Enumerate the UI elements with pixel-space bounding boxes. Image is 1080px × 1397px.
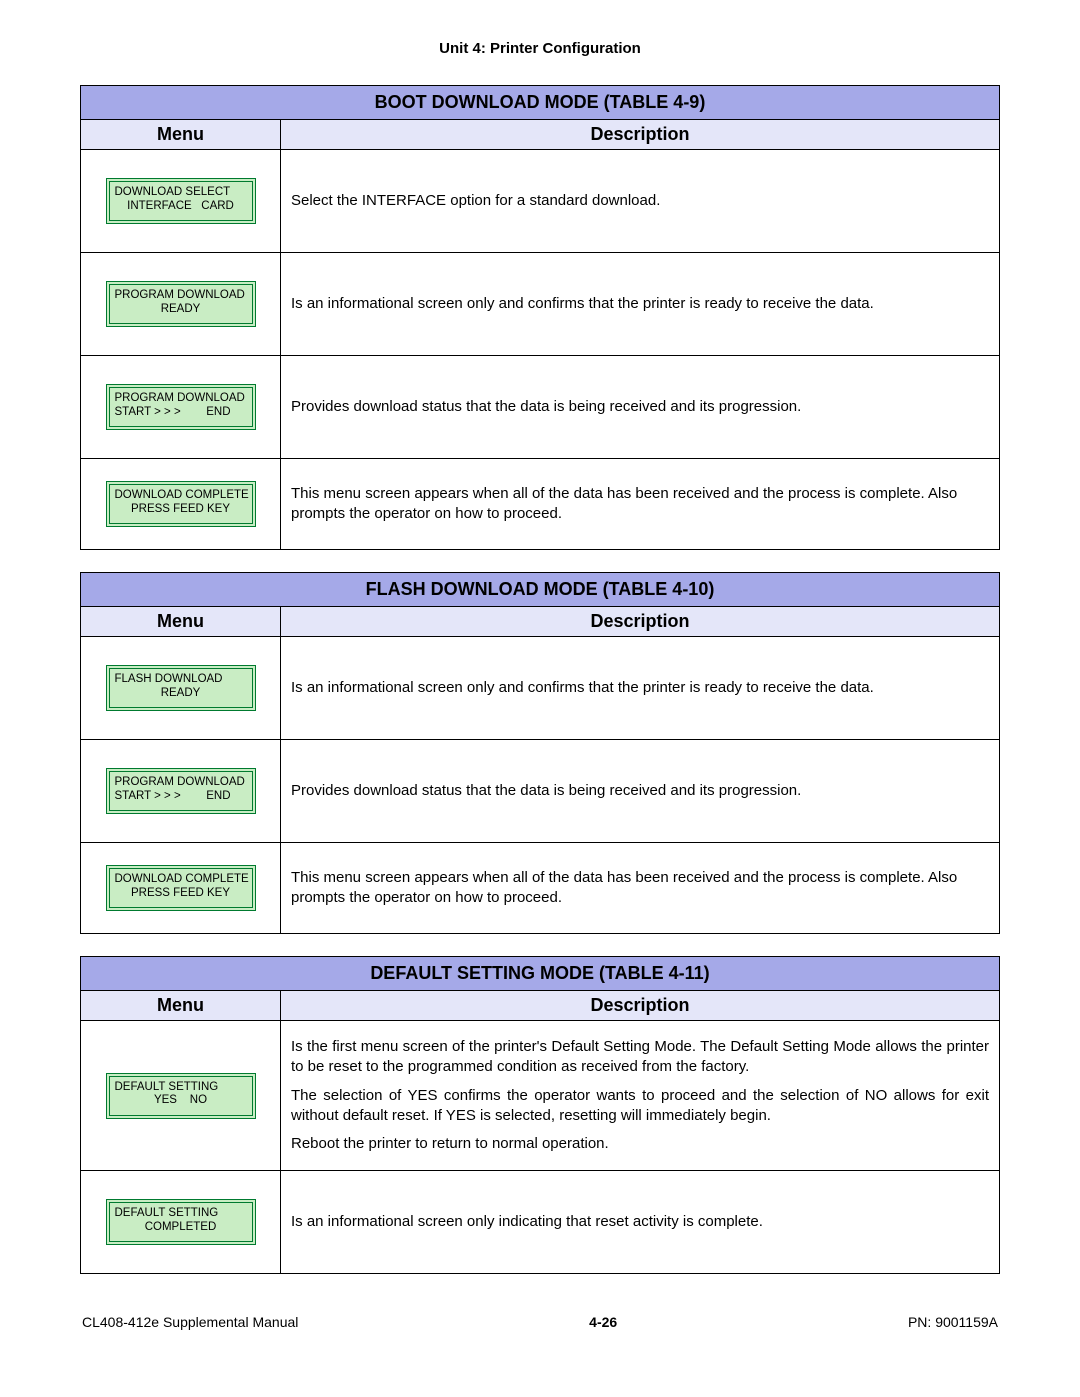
footer-left: CL408-412e Supplemental Manual	[82, 1314, 298, 1330]
lcd-line2: YES NO	[115, 1094, 247, 1108]
table-row: PROGRAM DOWNLOADSTART > > > END Provides …	[81, 740, 1000, 843]
lcd-display-icon: DOWNLOAD COMPLETEPRESS FEED KEY	[106, 481, 256, 527]
description-cell: Is an informational screen only indicati…	[281, 1171, 1000, 1274]
description-text: Is the first menu screen of the printer'…	[291, 1037, 989, 1078]
description-header: Description	[281, 120, 1000, 150]
page-header: Unit 4: Printer Configuration	[80, 40, 1000, 57]
lcd-display-icon: DOWNLOAD COMPLETEPRESS FEED KEY	[106, 865, 256, 911]
lcd-line2: START > > > END	[115, 790, 247, 804]
table-row: DEFAULT SETTINGYES NO Is the first menu s…	[81, 1021, 1000, 1171]
description-text: This menu screen appears when all of the…	[291, 484, 989, 525]
description-cell: Provides download status that the data i…	[281, 740, 1000, 843]
menu-cell: DEFAULT SETTINGCOMPLETED	[81, 1171, 281, 1274]
lcd-line1: DOWNLOAD COMPLETE	[115, 873, 247, 887]
table-row: DOWNLOAD SELECTINTERFACE CARD Select the …	[81, 150, 1000, 253]
description-text: Is an informational screen only and conf…	[291, 678, 989, 698]
menu-cell: DOWNLOAD SELECTINTERFACE CARD	[81, 150, 281, 253]
lcd-display-icon: PROGRAM DOWNLOADREADY	[106, 281, 256, 327]
table-row: DOWNLOAD COMPLETEPRESS FEED KEY This menu…	[81, 843, 1000, 934]
tables-container: BOOT DOWNLOAD MODE (TABLE 4-9)MenuDescri…	[80, 85, 1000, 1274]
lcd-line1: DOWNLOAD COMPLETE	[115, 489, 247, 503]
lcd-line1: DEFAULT SETTING	[115, 1207, 247, 1221]
menu-cell: PROGRAM DOWNLOADSTART > > > END	[81, 740, 281, 843]
description-text: Is an informational screen only and conf…	[291, 294, 989, 314]
description-cell: Provides download status that the data i…	[281, 356, 1000, 459]
table-row: FLASH DOWNLOADREADY Is an informational s…	[81, 637, 1000, 740]
description-text: This menu screen appears when all of the…	[291, 868, 989, 909]
mode-table: DEFAULT SETTING MODE (TABLE 4-11)MenuDes…	[80, 956, 1000, 1274]
lcd-line1: PROGRAM DOWNLOAD	[115, 289, 247, 303]
lcd-line1: PROGRAM DOWNLOAD	[115, 392, 247, 406]
table-title: DEFAULT SETTING MODE (TABLE 4-11)	[81, 957, 1000, 991]
description-cell: Select the INTERFACE option for a standa…	[281, 150, 1000, 253]
lcd-display-icon: DEFAULT SETTINGCOMPLETED	[106, 1199, 256, 1245]
table-title: BOOT DOWNLOAD MODE (TABLE 4-9)	[81, 86, 1000, 120]
lcd-line2: READY	[115, 303, 247, 317]
description-cell: This menu screen appears when all of the…	[281, 843, 1000, 934]
description-text: Provides download status that the data i…	[291, 397, 989, 417]
lcd-line2: START > > > END	[115, 406, 247, 420]
menu-cell: DEFAULT SETTINGYES NO	[81, 1021, 281, 1171]
footer-right: PN: 9001159A	[908, 1314, 998, 1330]
table-row: PROGRAM DOWNLOADSTART > > > END Provides …	[81, 356, 1000, 459]
menu-header: Menu	[81, 607, 281, 637]
page-footer: CL408-412e Supplemental Manual 4-26 PN: …	[80, 1314, 1000, 1330]
description-cell: This menu screen appears when all of the…	[281, 459, 1000, 550]
description-cell: Is an informational screen only and conf…	[281, 637, 1000, 740]
description-text: Select the INTERFACE option for a standa…	[291, 191, 989, 211]
lcd-line2: READY	[115, 687, 247, 701]
mode-table: FLASH DOWNLOAD MODE (TABLE 4-10)MenuDesc…	[80, 572, 1000, 934]
lcd-line2: PRESS FEED KEY	[115, 503, 247, 517]
mode-table: BOOT DOWNLOAD MODE (TABLE 4-9)MenuDescri…	[80, 85, 1000, 550]
lcd-display-icon: DEFAULT SETTINGYES NO	[106, 1073, 256, 1119]
lcd-line1: PROGRAM DOWNLOAD	[115, 776, 247, 790]
table-row: PROGRAM DOWNLOADREADY Is an informational…	[81, 253, 1000, 356]
menu-header: Menu	[81, 991, 281, 1021]
description-cell: Is the first menu screen of the printer'…	[281, 1021, 1000, 1171]
menu-cell: FLASH DOWNLOADREADY	[81, 637, 281, 740]
lcd-display-icon: DOWNLOAD SELECTINTERFACE CARD	[106, 178, 256, 224]
table-title: FLASH DOWNLOAD MODE (TABLE 4-10)	[81, 573, 1000, 607]
description-cell: Is an informational screen only and conf…	[281, 253, 1000, 356]
description-header: Description	[281, 991, 1000, 1021]
description-header: Description	[281, 607, 1000, 637]
lcd-line2: INTERFACE CARD	[115, 200, 247, 214]
description-text: Provides download status that the data i…	[291, 781, 989, 801]
menu-cell: PROGRAM DOWNLOADSTART > > > END	[81, 356, 281, 459]
table-row: DEFAULT SETTINGCOMPLETED Is an informatio…	[81, 1171, 1000, 1274]
description-text: The selection of YES confirms the operat…	[291, 1086, 989, 1127]
lcd-line2: PRESS FEED KEY	[115, 887, 247, 901]
lcd-line1: DOWNLOAD SELECT	[115, 186, 247, 200]
lcd-display-icon: PROGRAM DOWNLOADSTART > > > END	[106, 384, 256, 430]
table-row: DOWNLOAD COMPLETEPRESS FEED KEY This menu…	[81, 459, 1000, 550]
lcd-display-icon: FLASH DOWNLOADREADY	[106, 665, 256, 711]
lcd-line1: FLASH DOWNLOAD	[115, 673, 247, 687]
description-text: Is an informational screen only indicati…	[291, 1212, 989, 1232]
menu-cell: PROGRAM DOWNLOADREADY	[81, 253, 281, 356]
lcd-line1: DEFAULT SETTING	[115, 1081, 247, 1095]
menu-header: Menu	[81, 120, 281, 150]
menu-cell: DOWNLOAD COMPLETEPRESS FEED KEY	[81, 843, 281, 934]
menu-cell: DOWNLOAD COMPLETEPRESS FEED KEY	[81, 459, 281, 550]
lcd-display-icon: PROGRAM DOWNLOADSTART > > > END	[106, 768, 256, 814]
description-text: Reboot the printer to return to normal o…	[291, 1134, 989, 1154]
footer-page-number: 4-26	[589, 1314, 617, 1330]
lcd-line2: COMPLETED	[115, 1221, 247, 1235]
